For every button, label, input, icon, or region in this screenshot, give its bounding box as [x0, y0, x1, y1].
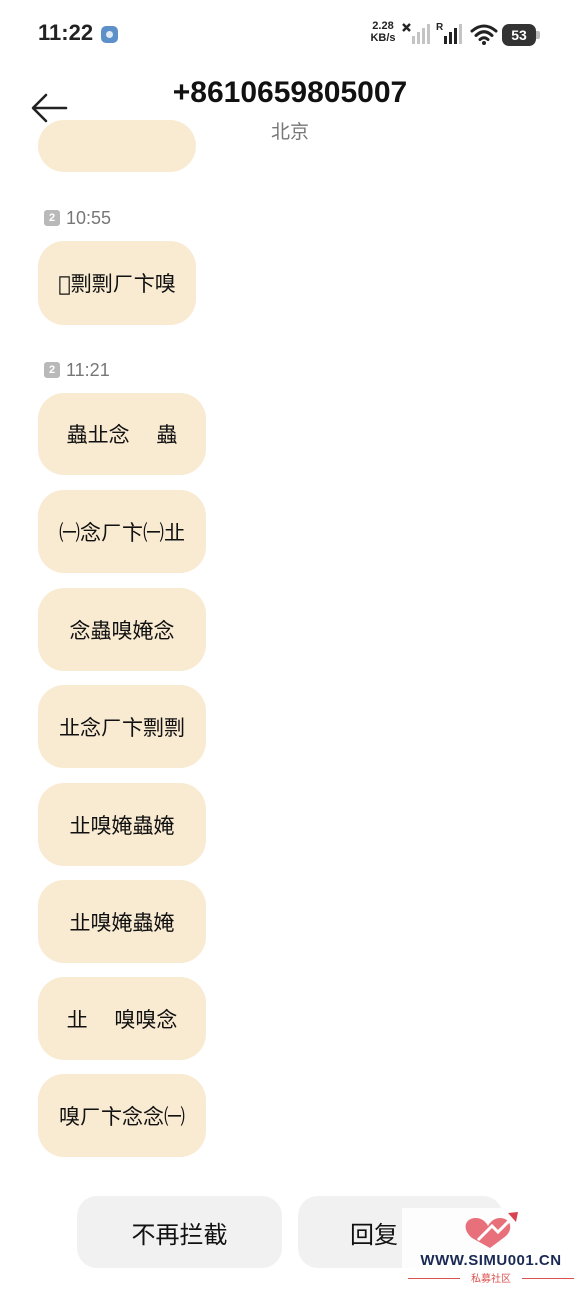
network-speed-value: 2.28 [372, 20, 394, 32]
watermark-subtitle: 私募社区 [471, 1274, 511, 1285]
watermark: WWW.SIMU001.CN 私募社区 [402, 1208, 580, 1288]
signal-icon: R [436, 22, 462, 44]
network-speed-unit: KB/s [370, 32, 396, 44]
watermark-url: WWW.SIMU001.CN [420, 1252, 562, 1269]
app-notification-icon [101, 26, 118, 43]
message-bubble[interactable]: 㐀 嗅嗅念 [38, 977, 206, 1060]
message-bubble[interactable]: ㈠念ㄏ卞㈠㐀 [38, 490, 206, 573]
unblock-button[interactable]: 不再拦截 [77, 1196, 282, 1268]
message-bubble[interactable]: 㐀念ㄏ卞剽剽 [38, 685, 206, 768]
battery-level: 53 [502, 24, 536, 46]
timestamp-text: 10:55 [66, 207, 112, 228]
message-bubble[interactable]: 蟲㐀念 蟲 [38, 393, 206, 475]
message-timestamp: 2 10:55 [44, 207, 111, 229]
message-bubble-partial[interactable] [38, 120, 196, 172]
contact-number: +8610659805007 [172, 76, 408, 109]
watermark-divider [408, 1278, 460, 1279]
message-bubble[interactable]: 㐀嗅㛪蟲㛪 [38, 783, 206, 866]
watermark-divider [522, 1278, 574, 1279]
network-speed: 2.28 KB/s [368, 20, 398, 44]
watermark-logo-icon [465, 1212, 518, 1248]
sim-card-icon: 2 [44, 362, 60, 378]
message-bubble[interactable]: 􀀀剽剽ㄏ卞嗅 [38, 241, 196, 325]
timestamp-text: 11:21 [66, 359, 110, 380]
message-bubble[interactable]: 念蟲嗅㛪念 [38, 588, 206, 671]
status-time: 11:22 [38, 20, 94, 45]
message-timestamp: 2 11:21 [44, 359, 110, 381]
wifi-icon [470, 24, 498, 45]
status-bar: 11:22 2.28 KB/s R 53 [0, 0, 580, 70]
roaming-label: R [436, 22, 444, 33]
sim-card-icon: 2 [44, 210, 60, 226]
battery-icon: 53 [502, 24, 540, 46]
signal-no-service-icon [402, 23, 430, 44]
battery-tip [536, 31, 540, 39]
message-bubble[interactable]: 㐀嗅㛪蟲㛪 [38, 880, 206, 963]
message-bubble[interactable]: 嗅ㄏ卞念念㈠ [38, 1074, 206, 1157]
